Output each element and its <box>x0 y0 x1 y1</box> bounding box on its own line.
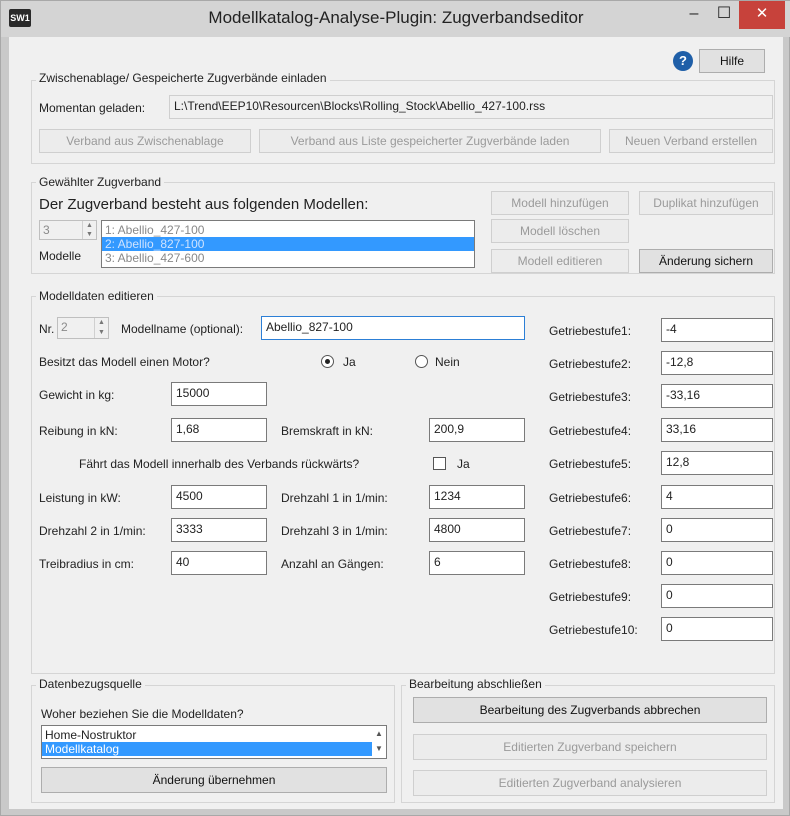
loaded-label: Momentan geladen: <box>39 101 146 115</box>
rpm1-input[interactable]: 1234 <box>429 485 525 509</box>
rpm2-label: Drehzahl 2 in 1/min: <box>39 524 146 538</box>
motor-no-label[interactable]: Nein <box>435 355 460 369</box>
radio-dot-icon <box>325 359 330 364</box>
gear-stage-label: Getriebestufe9: <box>549 590 632 604</box>
motor-question: Besitzt das Modell einen Motor? <box>39 355 210 369</box>
scroll-down-icon[interactable]: ▼ <box>375 744 383 753</box>
power-input[interactable]: 4500 <box>171 485 267 509</box>
gear-stage-input[interactable]: 12,8 <box>661 451 773 475</box>
model-list[interactable]: 1: Abellio_427-100 2: Abellio_827-100 3:… <box>101 220 475 268</box>
list-item[interactable]: 3: Abellio_427-600 <box>102 251 474 265</box>
list-scrollbar[interactable]: ▲ ▼ <box>372 726 386 758</box>
list-item[interactable]: Home-Nostruktor <box>42 728 372 742</box>
gear-stage-input[interactable]: 33,16 <box>661 418 773 442</box>
weight-input[interactable]: 15000 <box>171 382 267 406</box>
model-name-label: Modellname (optional): <box>121 322 244 336</box>
gear-stage-input[interactable]: 0 <box>661 551 773 575</box>
add-model-button[interactable]: Modell hinzufügen <box>491 191 629 215</box>
consist-group-label: Gewählter Zugverband <box>36 175 165 189</box>
edit-model-button[interactable]: Modell editieren <box>491 249 629 273</box>
brake-input[interactable]: 200,9 <box>429 418 525 442</box>
analyze-consist-button[interactable]: Editierten Zugverband analysieren <box>413 770 767 796</box>
gear-stage-label: Getriebestufe3: <box>549 390 632 404</box>
scroll-up-icon[interactable]: ▲ <box>375 729 383 738</box>
gear-stage-label: Getriebestufe5: <box>549 457 632 471</box>
list-item[interactable]: Modellkatalog <box>42 742 372 756</box>
list-item[interactable]: 1: Abellio_427-100 <box>102 223 474 237</box>
gear-stage-label: Getriebestufe8: <box>549 557 632 571</box>
consist-heading: Der Zugverband besteht aus folgenden Mod… <box>39 196 369 213</box>
loaded-path-field[interactable]: L:\Trend\EEP10\Resourcen\Blocks\Rolling_… <box>169 95 773 119</box>
delete-model-button[interactable]: Modell löschen <box>491 219 629 243</box>
model-count-stepper[interactable]: 3 ▲ ▼ <box>39 220 97 240</box>
motor-yes-label[interactable]: Ja <box>343 355 356 369</box>
motor-yes-radio[interactable] <box>321 355 334 368</box>
stepper-arrows-icon[interactable]: ▲ ▼ <box>94 318 108 338</box>
rpm3-input[interactable]: 4800 <box>429 518 525 542</box>
gear-stage-label: Getriebestufe7: <box>549 524 632 538</box>
apply-change-button[interactable]: Änderung übernehmen <box>41 767 387 793</box>
window-title: Modellkatalog-Analyse-Plugin: Zugverband… <box>208 8 584 27</box>
model-count-label: Modelle <box>39 249 82 263</box>
new-consist-button[interactable]: Neuen Verband erstellen <box>609 129 773 153</box>
gear-stage-label: Getriebestufe10: <box>549 623 638 637</box>
data-source-group-label: Datenbezugsquelle <box>36 677 145 691</box>
gear-stage-input[interactable]: -4 <box>661 318 773 342</box>
reverse-label[interactable]: Ja <box>457 457 470 471</box>
data-source-list[interactable]: Home-Nostruktor Modellkatalog ▲ ▼ <box>41 725 387 759</box>
weight-label: Gewicht in kg: <box>39 388 115 402</box>
model-count-value: 3 <box>43 223 50 237</box>
gear-stage-input[interactable]: 0 <box>661 584 773 608</box>
motor-no-radio[interactable] <box>415 355 428 368</box>
radius-label: Treibradius in cm: <box>39 557 134 571</box>
friction-label: Reibung in kN: <box>39 424 118 438</box>
load-from-list-button[interactable]: Verband aus Liste gespeicherter Zugverbä… <box>259 129 601 153</box>
model-data-group-label: Modelldaten editieren <box>36 289 157 303</box>
gear-stage-input[interactable]: 4 <box>661 485 773 509</box>
import-group-label: Zwischenablage/ Gespeicherte Zugverbände… <box>36 71 330 85</box>
load-from-clipboard-button[interactable]: Verband aus Zwischenablage <box>39 129 251 153</box>
help-button[interactable]: Hilfe <box>699 49 765 73</box>
gear-stage-label: Getriebestufe6: <box>549 491 632 505</box>
add-duplicate-button[interactable]: Duplikat hinzufügen <box>639 191 773 215</box>
brake-label: Bremskraft in kN: <box>281 424 374 438</box>
gears-input[interactable]: 6 <box>429 551 525 575</box>
help-icon[interactable]: ? <box>673 51 693 71</box>
cancel-editing-button[interactable]: Bearbeitung des Zugverbands abbrechen <box>413 697 767 723</box>
finish-group-label: Bearbeitung abschließen <box>406 677 545 691</box>
gear-stage-label: Getriebestufe2: <box>549 357 632 371</box>
rpm3-label: Drehzahl 3 in 1/min: <box>281 524 388 538</box>
maximize-button[interactable]: ☐ <box>709 1 739 29</box>
client-area: ? Hilfe Zwischenablage/ Gespeicherte Zug… <box>9 37 783 809</box>
model-nr-stepper[interactable]: 2 ▲ ▼ <box>57 317 109 339</box>
reverse-checkbox[interactable] <box>433 457 446 470</box>
gear-stage-input[interactable]: 0 <box>661 617 773 641</box>
rpm2-input[interactable]: 3333 <box>171 518 267 542</box>
rpm1-label: Drehzahl 1 in 1/min: <box>281 491 388 505</box>
gear-stage-label: Getriebestufe1: <box>549 324 632 338</box>
gear-stage-input[interactable]: -12,8 <box>661 351 773 375</box>
radius-input[interactable]: 40 <box>171 551 267 575</box>
minimize-button[interactable]: – <box>679 1 709 29</box>
model-nr-value: 2 <box>61 320 68 334</box>
friction-input[interactable]: 1,68 <box>171 418 267 442</box>
nr-label: Nr. <box>39 322 55 336</box>
title-bar[interactable]: SW1 Modellkatalog-Analyse-Plugin: Zugver… <box>1 1 790 37</box>
save-consist-button[interactable]: Editierten Zugverband speichern <box>413 734 767 760</box>
list-item[interactable]: 2: Abellio_827-100 <box>102 237 474 251</box>
gear-stage-input[interactable]: 0 <box>661 518 773 542</box>
data-source-question: Woher beziehen Sie die Modelldaten? <box>41 707 244 721</box>
model-name-input[interactable]: Abellio_827-100 <box>261 316 525 340</box>
gear-stage-input[interactable]: -33,16 <box>661 384 773 408</box>
gear-stage-label: Getriebestufe4: <box>549 424 632 438</box>
reverse-question: Fährt das Modell innerhalb des Verbands … <box>79 457 360 471</box>
gears-label: Anzahl an Gängen: <box>281 557 384 571</box>
stepper-arrows-icon[interactable]: ▲ ▼ <box>82 221 96 239</box>
power-label: Leistung in kW: <box>39 491 121 505</box>
close-button[interactable]: ✕ <box>739 1 785 29</box>
app-window: SW1 Modellkatalog-Analyse-Plugin: Zugver… <box>0 0 790 816</box>
save-change-button[interactable]: Änderung sichern <box>639 249 773 273</box>
